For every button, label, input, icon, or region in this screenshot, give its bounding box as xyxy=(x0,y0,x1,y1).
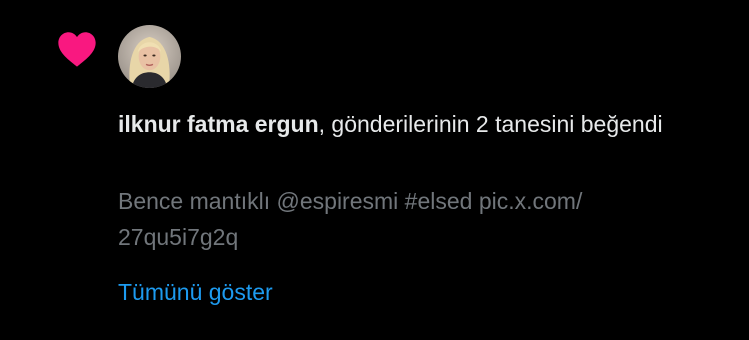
avatar[interactable] xyxy=(118,25,181,88)
notification-headline: ilknur fatma ergun, gönderilerinin 2 tan… xyxy=(118,107,718,141)
heart-icon xyxy=(56,30,98,68)
action-text: , gönderilerinin 2 tanesini beğendi xyxy=(318,111,663,137)
show-all-link[interactable]: Tümünü göster xyxy=(118,276,273,308)
like-notification[interactable]: ilknur fatma ergun, gönderilerinin 2 tan… xyxy=(0,0,749,340)
tweet-preview-line: 27qu5i7g2q xyxy=(118,224,239,250)
user-name-link[interactable]: ilknur fatma ergun xyxy=(118,111,319,137)
tweet-preview-line: Bence mantıklı @espiresmi #elsed pic.x.c… xyxy=(118,188,583,214)
tweet-preview[interactable]: Bence mantıklı @espiresmi #elsed pic.x.c… xyxy=(118,183,708,255)
